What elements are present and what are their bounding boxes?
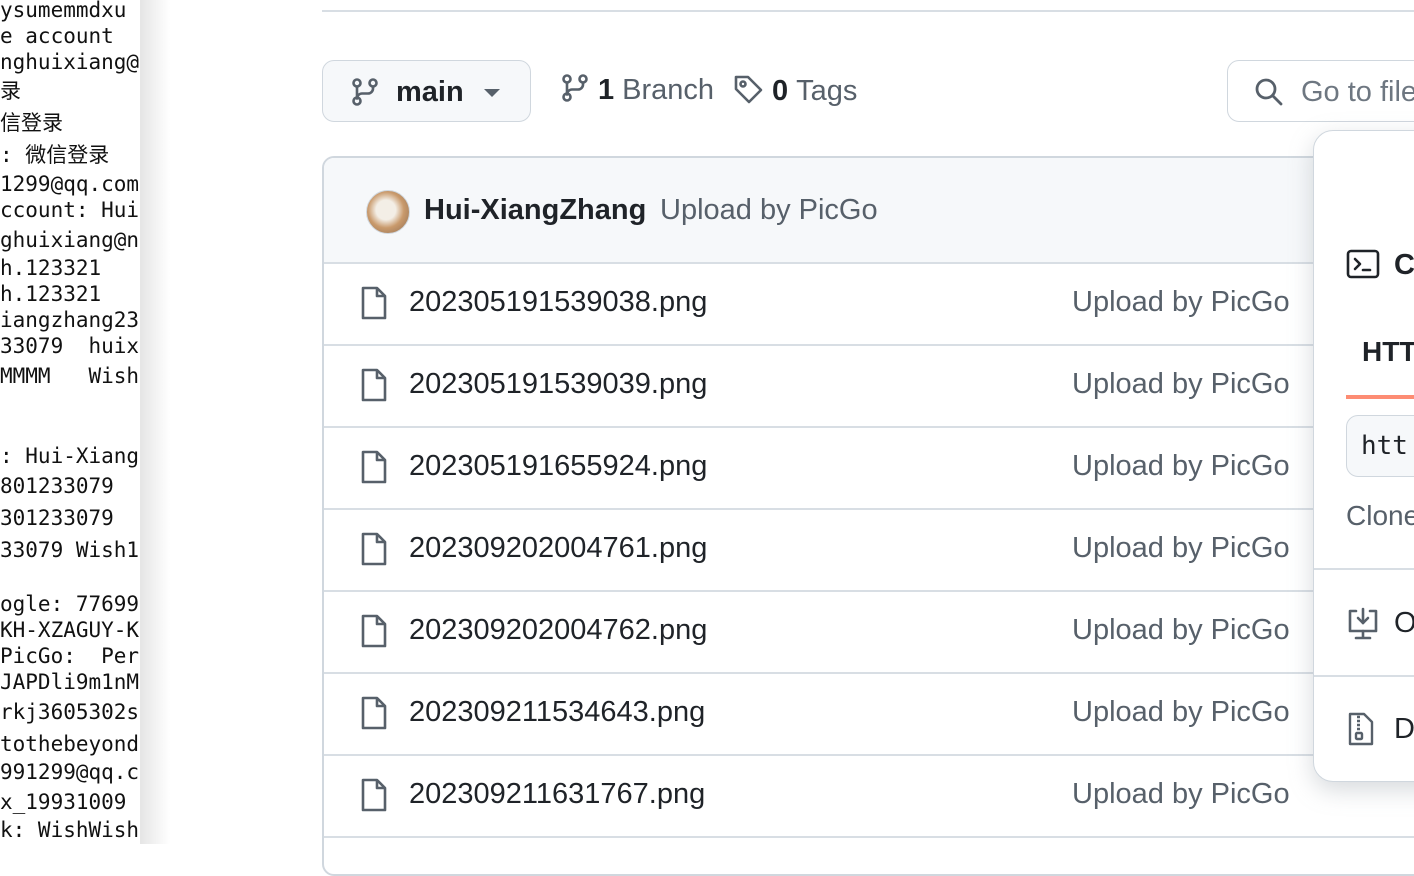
text-line: KH-XZAGUY-K bbox=[0, 618, 140, 642]
top-divider bbox=[322, 10, 1414, 12]
branch-name: main bbox=[396, 76, 464, 108]
divider bbox=[1314, 675, 1414, 677]
text-line: 301233079 bbox=[0, 506, 114, 530]
search-icon bbox=[1254, 77, 1284, 112]
file-icon bbox=[360, 696, 388, 735]
text-line: : Hui-Xiang bbox=[0, 444, 140, 468]
branches-link[interactable]: 1 Branch bbox=[560, 73, 714, 108]
file-row: 202309202004761.png Upload by PicGo bbox=[324, 510, 1414, 592]
avatar[interactable] bbox=[366, 190, 410, 234]
text-line: ccount: Hui bbox=[0, 198, 140, 222]
git-branch-icon bbox=[560, 73, 590, 108]
file-commit-message-link[interactable]: Upload by PicGo bbox=[1072, 532, 1290, 565]
terminal-text-window: ysumemmdxu e account nghuixiang@ 录 信登录 :… bbox=[0, 0, 140, 844]
commit-message-link[interactable]: Upload by PicGo bbox=[660, 194, 878, 227]
text-line: x_19931009 bbox=[0, 790, 127, 814]
text-line: 录 bbox=[0, 79, 21, 103]
text-line: ogle: 77699 bbox=[0, 592, 140, 616]
clone-hint-text: Clone bbox=[1346, 500, 1414, 531]
tag-count: 0 bbox=[772, 75, 789, 107]
active-tab-underline bbox=[1346, 395, 1414, 399]
file-name-link[interactable]: 202309202004762.png bbox=[409, 614, 707, 647]
divider bbox=[1314, 568, 1414, 570]
text-line: tothebeyond bbox=[0, 732, 140, 756]
file-rows: 202305191539038.png Upload by PicGo 2023… bbox=[324, 264, 1414, 838]
file-row: 202309202004762.png Upload by PicGo bbox=[324, 592, 1414, 674]
branch-count: 1 bbox=[598, 74, 615, 106]
file-commit-message-link[interactable]: Upload by PicGo bbox=[1072, 368, 1290, 401]
file-commit-message-link[interactable]: Upload by PicGo bbox=[1072, 450, 1290, 483]
git-branch-icon bbox=[350, 77, 380, 112]
file-list: Hui-XiangZhang Upload by PicGo 202305191… bbox=[322, 156, 1414, 876]
file-row: 202305191655924.png Upload by PicGo bbox=[324, 428, 1414, 510]
file-icon bbox=[360, 532, 388, 571]
file-commit-message-link[interactable]: Upload by PicGo bbox=[1072, 614, 1290, 647]
file-row: 202305191539038.png Upload by PicGo bbox=[324, 264, 1414, 346]
text-line: 33079 huix bbox=[0, 334, 140, 358]
tag-icon bbox=[732, 73, 764, 110]
file-row: 202305191539039.png Upload by PicGo bbox=[324, 346, 1414, 428]
file-zip-icon bbox=[1346, 711, 1376, 752]
clone-url-value: htt bbox=[1361, 431, 1408, 461]
text-line: 991299@qq.c bbox=[0, 760, 140, 784]
text-line: ysumemmdxu bbox=[0, 0, 127, 22]
tab-https[interactable]: HTT bbox=[1362, 336, 1414, 368]
commit-author-link[interactable]: Hui-XiangZhang bbox=[424, 194, 646, 227]
file-icon bbox=[360, 778, 388, 817]
text-line: nghuixiang@ bbox=[0, 50, 140, 74]
file-icon bbox=[360, 286, 388, 325]
text-line: 信登录 bbox=[0, 111, 63, 135]
file-name-link[interactable]: 202309211534643.png bbox=[409, 696, 705, 729]
file-name-link[interactable]: 202309202004761.png bbox=[409, 532, 707, 565]
download-zip-item[interactable]: D bbox=[1394, 713, 1414, 746]
text-line: 801233079 bbox=[0, 474, 114, 498]
file-icon bbox=[360, 450, 388, 489]
file-commit-message-link[interactable]: Upload by PicGo bbox=[1072, 778, 1290, 811]
go-to-file-placeholder: Go to file bbox=[1301, 76, 1414, 108]
text-line: JAPDli9m1nM bbox=[0, 670, 140, 694]
desktop-download-icon bbox=[1346, 607, 1380, 646]
file-icon bbox=[360, 368, 388, 407]
text-line: k: WishWish bbox=[0, 818, 140, 842]
file-commit-message-link[interactable]: Upload by PicGo bbox=[1072, 696, 1290, 729]
clone-section-title: C bbox=[1394, 249, 1414, 281]
text-line: h.123321 bbox=[0, 256, 102, 280]
tag-label: Tags bbox=[796, 75, 858, 107]
text-line: : 微信登录 bbox=[0, 143, 110, 167]
window-shadow bbox=[140, 0, 170, 844]
clone-popover: C HTT htt Clone O D bbox=[1313, 130, 1414, 782]
terminal-icon bbox=[1346, 249, 1380, 284]
text-line: MMMM Wish bbox=[0, 364, 140, 388]
branch-selector-button[interactable]: main bbox=[322, 60, 531, 122]
text-line: PicGo: Per bbox=[0, 644, 140, 668]
file-name-link[interactable]: 202305191655924.png bbox=[409, 450, 707, 483]
text-line: e account bbox=[0, 24, 114, 48]
file-row: 202309211534643.png Upload by PicGo bbox=[324, 674, 1414, 756]
text-line: rkj3605302s bbox=[0, 700, 140, 724]
file-row: 202309211631767.png Upload by PicGo bbox=[324, 756, 1414, 838]
go-to-file-input[interactable]: Go to file bbox=[1227, 60, 1414, 122]
file-name-link[interactable]: 202305191539038.png bbox=[409, 286, 707, 319]
file-name-link[interactable]: 202309211631767.png bbox=[409, 778, 705, 811]
text-line: h.123321 bbox=[0, 282, 102, 306]
text-line: ghuixiang@n bbox=[0, 228, 140, 252]
text-line: iangzhang23 bbox=[0, 308, 140, 332]
branch-label: Branch bbox=[622, 74, 715, 106]
file-commit-message-link[interactable]: Upload by PicGo bbox=[1072, 286, 1290, 319]
text-line: 1299@qq.com bbox=[0, 172, 140, 196]
open-with-desktop-item[interactable]: O bbox=[1394, 607, 1414, 640]
latest-commit-bar: Hui-XiangZhang Upload by PicGo bbox=[324, 158, 1414, 264]
file-icon bbox=[360, 614, 388, 653]
tags-link[interactable]: 0 Tags bbox=[732, 73, 857, 110]
chevron-down-icon bbox=[484, 89, 500, 97]
text-line: 33079 Wish1 bbox=[0, 538, 140, 562]
clone-url-field[interactable]: htt bbox=[1346, 415, 1414, 477]
file-name-link[interactable]: 202305191539039.png bbox=[409, 368, 707, 401]
